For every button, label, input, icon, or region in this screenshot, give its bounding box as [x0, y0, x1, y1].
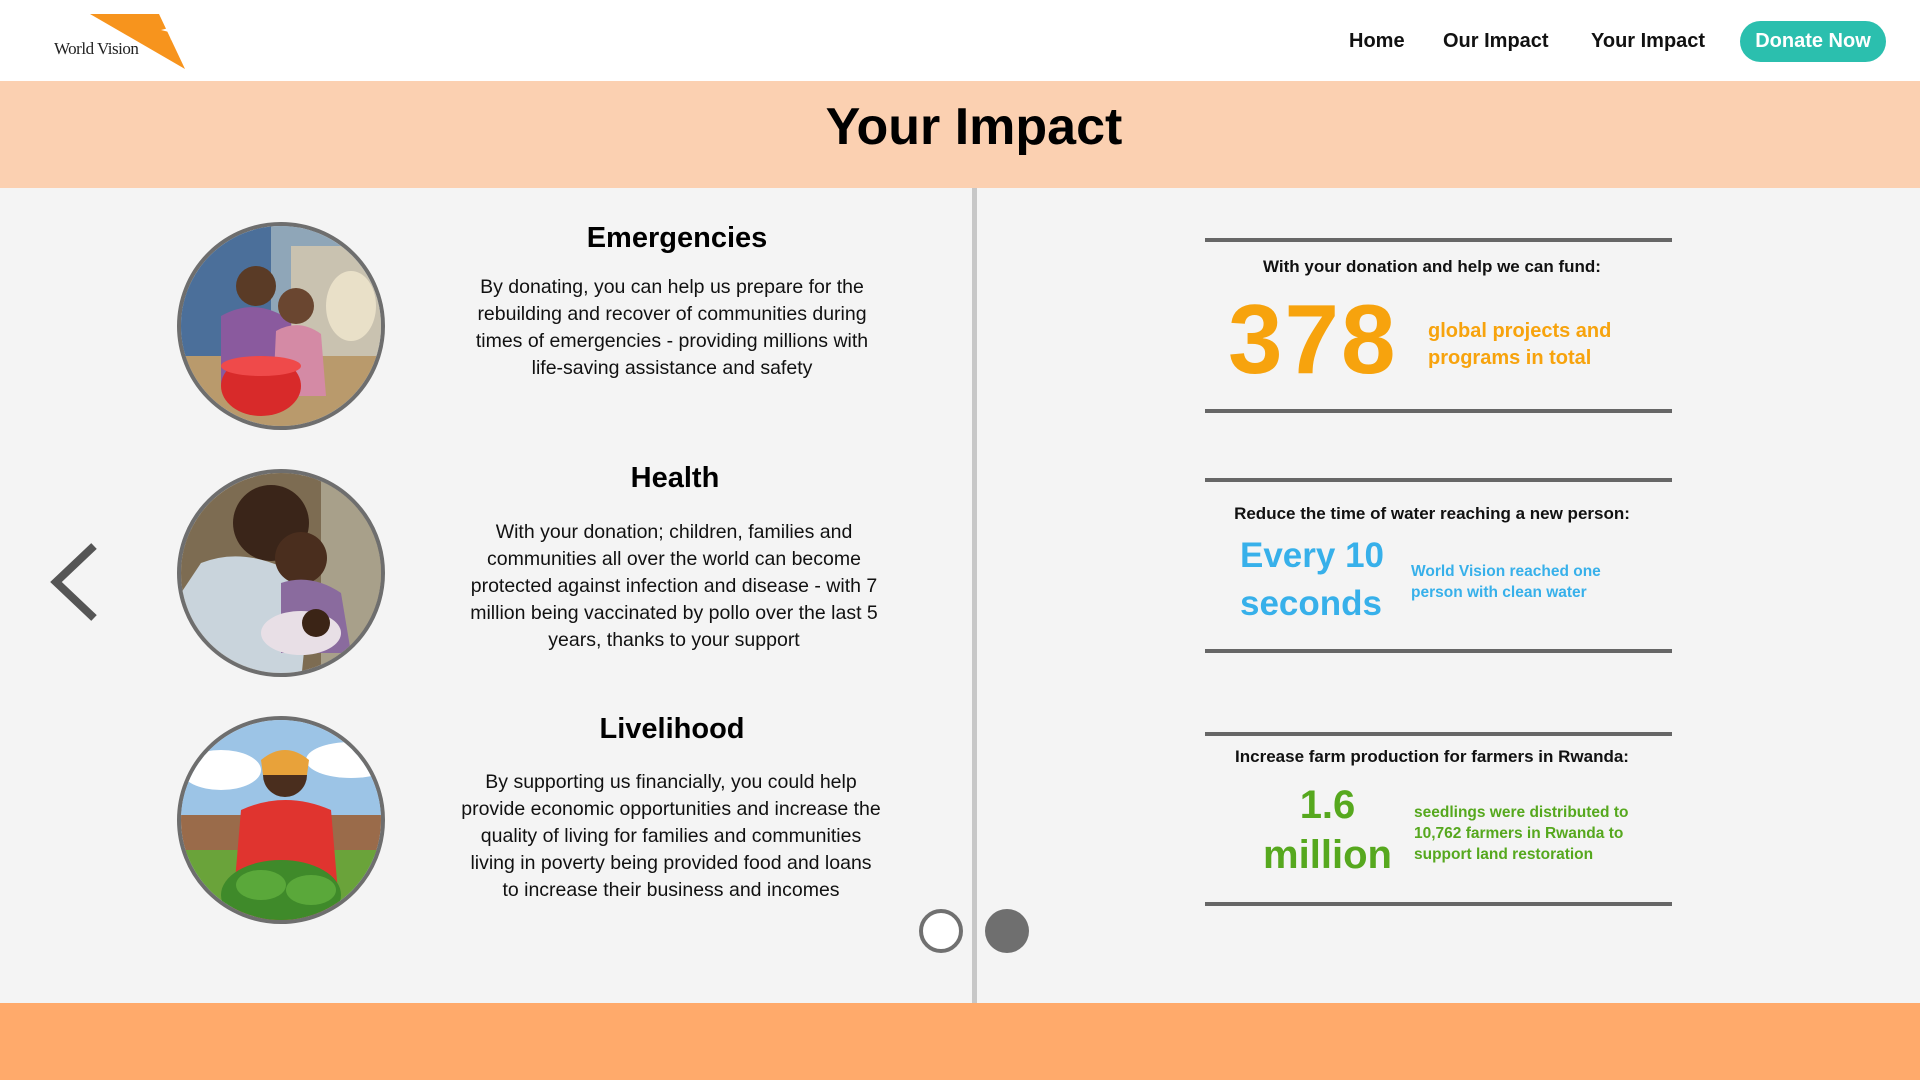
item-body-emergencies: By donating, you can help us prepare for… [475, 276, 869, 379]
stat-description-water: World Vision reached one person with cle… [1411, 563, 1601, 601]
donate-now-button[interactable]: Donate Now [1740, 21, 1886, 62]
stat-divider [1205, 732, 1672, 736]
page-title: Your Impact [825, 98, 1123, 156]
logo-text: World Vision [54, 39, 139, 58]
item-title-health: Health [630, 462, 720, 494]
item-body-health: With your donation; children, families a… [470, 521, 878, 651]
stat-divider [1205, 409, 1672, 413]
stat-heading-fund: With your donation and help we can fund: [1263, 257, 1601, 276]
nav-your-impact[interactable]: Your Impact [1591, 30, 1705, 53]
stat-heading-farm: Increase farm production for farmers in … [1235, 747, 1629, 766]
nav-home[interactable]: Home [1349, 30, 1405, 53]
page-footer [0, 1003, 1920, 1080]
stat-divider [1205, 649, 1672, 653]
item-body-livelihood: By supporting us financially, you could … [461, 771, 881, 901]
chevron-left-icon[interactable] [48, 540, 104, 624]
carousel-dot-2-active[interactable] [985, 909, 1029, 953]
stat-divider [1205, 902, 1672, 906]
world-vision-logo[interactable]: World Vision [54, 14, 186, 69]
farmer-with-greens-photo [177, 716, 385, 924]
top-navigation-bar: World Vision Home Our Impact Your Impact… [0, 0, 1920, 81]
carousel-dot-1[interactable] [919, 909, 963, 953]
stat-description-projects: global projects and programs in total [1428, 320, 1612, 369]
stat-description-seedlings: seedlings were distributed to 10,762 far… [1414, 804, 1629, 863]
child-vaccination-photo [177, 469, 385, 677]
nav-our-impact[interactable]: Our Impact [1443, 30, 1549, 53]
stat-divider [1205, 478, 1672, 482]
item-title-livelihood: Livelihood [599, 713, 745, 745]
stat-value-seedlings: 1.6 million [1263, 783, 1392, 877]
stat-value-water: Every 10 seconds [1240, 536, 1385, 623]
panel-divider [972, 188, 977, 1003]
stat-value-projects: 378 [1228, 284, 1398, 394]
stat-divider [1205, 238, 1672, 242]
item-title-emergencies: Emergencies [586, 222, 768, 254]
mother-and-child-photo [177, 222, 385, 430]
stat-heading-water: Reduce the time of water reaching a new … [1234, 504, 1630, 523]
page-banner: Your Impact [0, 81, 1920, 188]
